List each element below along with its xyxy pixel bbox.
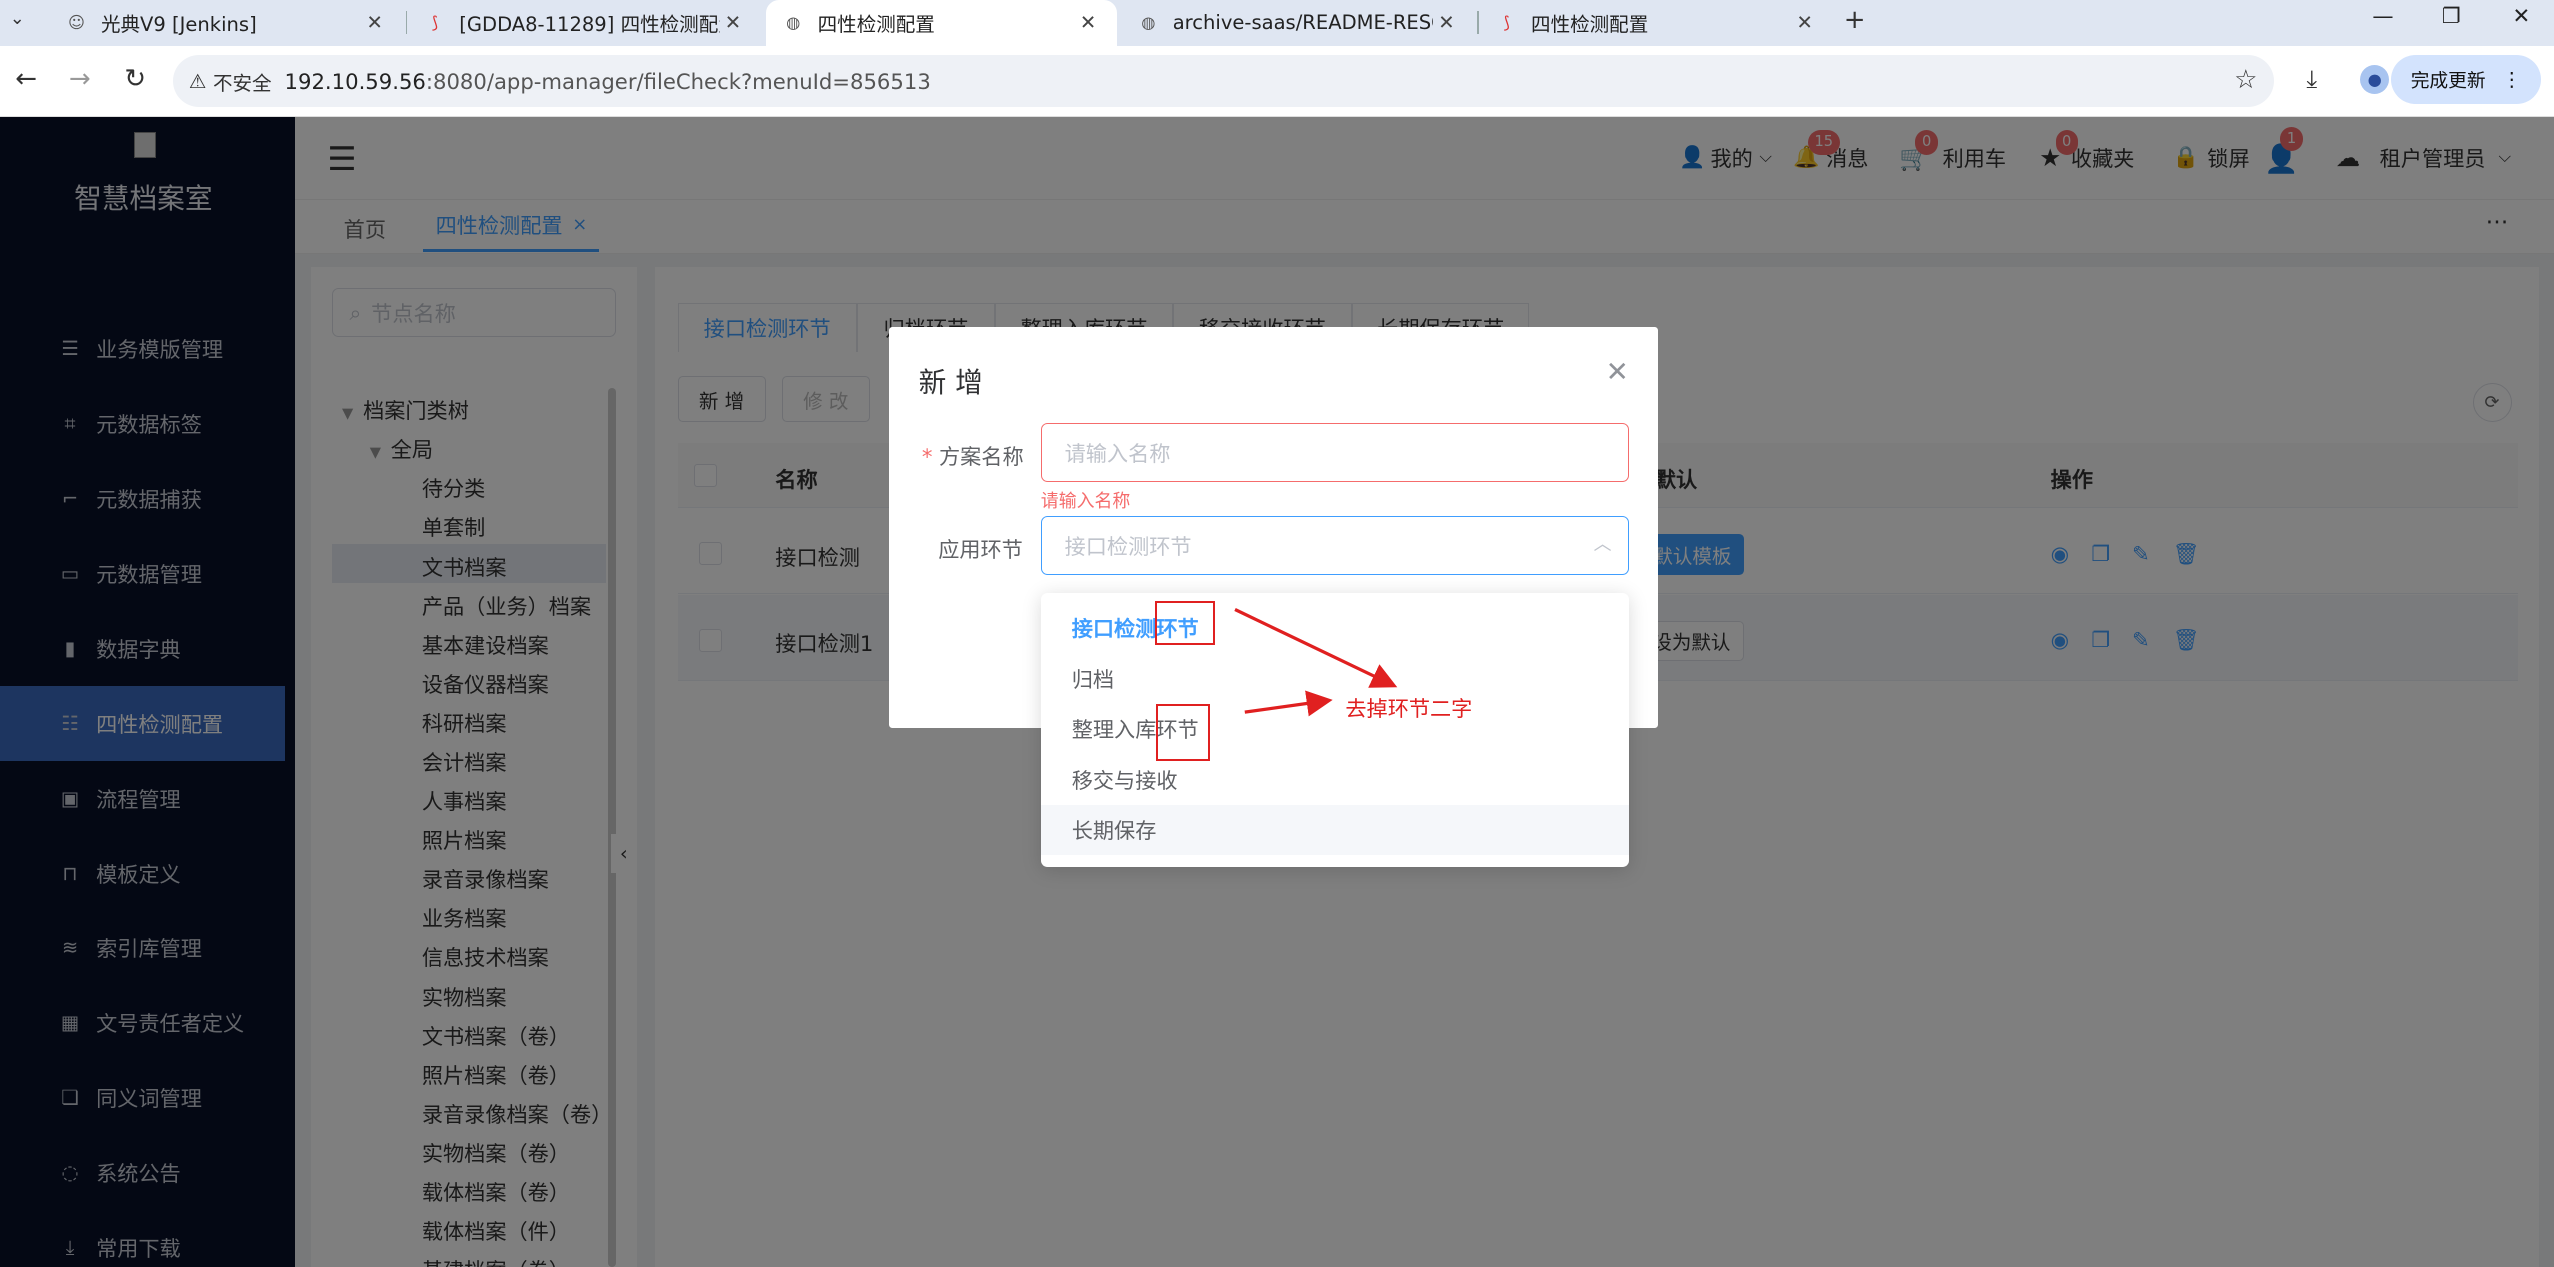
stage-label: 应用环节	[938, 536, 1023, 562]
browser-tab-4[interactable]: ◍ archive-saas/README-RESOU ✕	[1121, 0, 1476, 46]
reload-button[interactable]: ↻	[119, 64, 152, 94]
annotation-box-1	[1154, 601, 1216, 645]
download-icon[interactable]: ⤓	[2306, 64, 2317, 93]
back-button[interactable]: ←	[10, 64, 43, 94]
jira-icon: ⟆	[1503, 13, 1510, 33]
url-host: 192.10.59.56	[284, 68, 426, 94]
scheme-name-input[interactable]: 请输入名称	[1040, 423, 1629, 483]
dialog-title: 新 增	[918, 365, 983, 399]
close-icon[interactable]: ✕	[1433, 11, 1459, 34]
forward-button[interactable]: →	[64, 64, 97, 94]
dialog-close-icon[interactable]: ✕	[1606, 355, 1629, 388]
browser-tab-2[interactable]: ⟆ [GDDA8-11289] 四性检测配置 ✕	[407, 0, 762, 46]
browser-tab-3-active[interactable]: ◍ 四性检测配置 ✕	[765, 0, 1118, 46]
close-icon[interactable]: ✕	[720, 11, 746, 34]
jenkins-icon: ☺	[68, 13, 86, 33]
browser-tabstrip: ⌄ ☺ 光典V9 [Jenkins] ✕ ⟆ [GDDA8-11289] 四性检…	[0, 0, 2554, 46]
jira-icon: ⟆	[431, 13, 439, 33]
stage-select[interactable]: 接口检测环节 ︿	[1040, 516, 1629, 575]
restore-button[interactable]: ❐	[2427, 3, 2476, 28]
annotation-text: 去掉环节二字	[1345, 696, 1473, 722]
globe-icon: ◍	[786, 13, 801, 33]
update-button[interactable]: 完成更新 ⋮	[2391, 55, 2541, 105]
url-path: :8080/app-manager/fileCheck?menuId=85651…	[425, 68, 931, 94]
close-icon[interactable]: ✕	[362, 11, 388, 34]
new-tab-button[interactable]: +	[1844, 5, 1866, 35]
browser-toolbar: ← → ↻ ⚠ 不安全 192.10.59.56 :8080/app-manag…	[0, 45, 2554, 118]
address-bar[interactable]: ⚠ 不安全 192.10.59.56 :8080/app-manager/fil…	[172, 55, 2274, 108]
stage-option-4[interactable]: 移交与接收	[1041, 754, 1629, 804]
warning-icon: ⚠	[188, 69, 207, 93]
insecure-indicator[interactable]: ⚠ 不安全	[173, 67, 285, 96]
annotation-box-2	[1156, 703, 1211, 761]
scheme-name-error: 请输入名称	[1040, 491, 1131, 512]
globe-icon: ◍	[1141, 13, 1156, 33]
stage-option-5[interactable]: 长期保存	[1040, 804, 1629, 856]
bookmark-star-icon[interactable]: ☆	[2234, 65, 2257, 95]
scheme-name-label: * 方案名称	[921, 443, 1024, 469]
minimize-button[interactable]: —	[2359, 3, 2408, 28]
close-icon[interactable]: ✕	[1075, 11, 1101, 34]
profile-avatar[interactable]: ●	[2360, 65, 2390, 95]
more-vert-icon: ⋮	[2501, 68, 2522, 92]
window-close-button[interactable]: ✕	[2497, 3, 2546, 28]
browser-tab-5[interactable]: ⟆ 四性检测配置 ✕	[1479, 0, 1834, 46]
close-icon[interactable]: ✕	[1792, 11, 1818, 34]
chevron-up-icon: ︿	[1593, 534, 1612, 556]
tab-search-icon[interactable]: ⌄	[10, 8, 25, 29]
browser-tab-1[interactable]: ☺ 光典V9 [Jenkins] ✕	[49, 0, 404, 46]
